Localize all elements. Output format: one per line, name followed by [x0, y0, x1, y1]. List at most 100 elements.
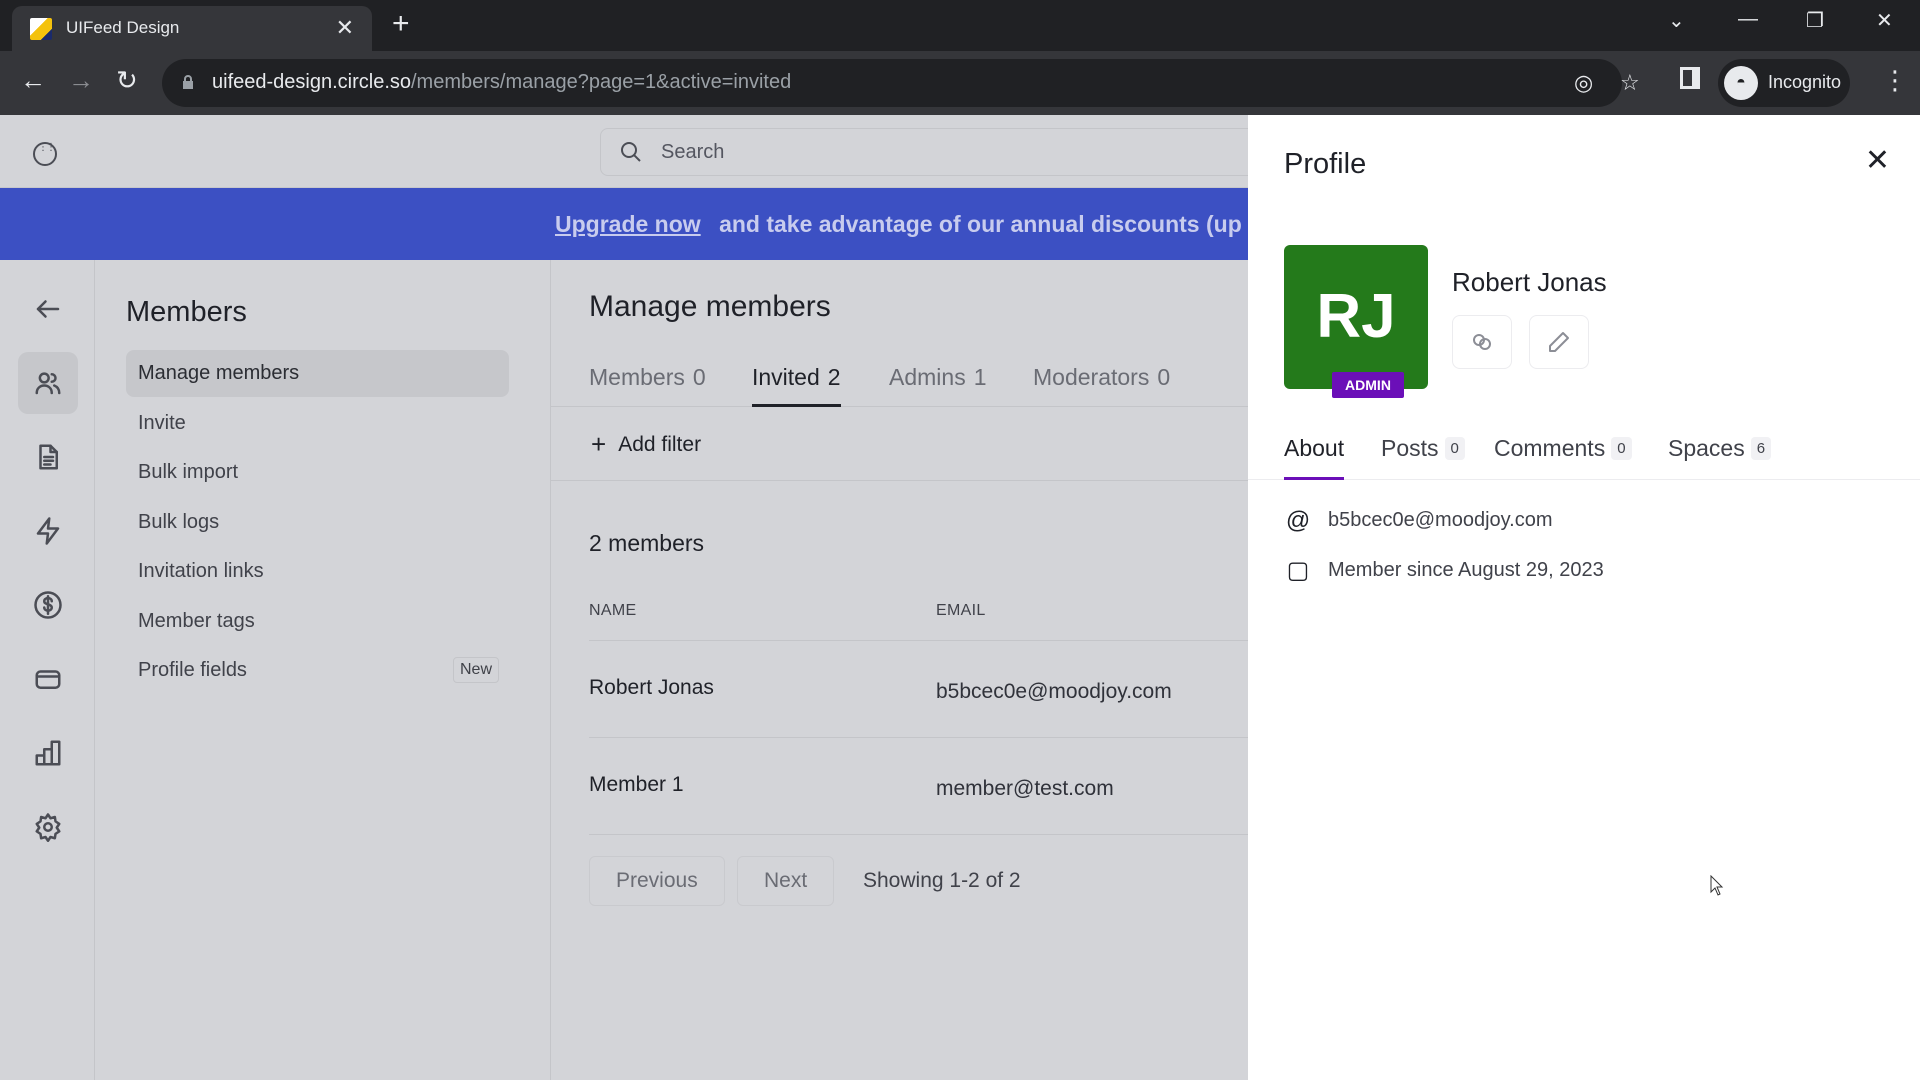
arrow-left-icon — [36, 300, 60, 318]
main-content: Manage members Members 0 Invited 2 Admins 1… — [551, 260, 1248, 1080]
credit-card-icon — [35, 670, 61, 689]
table-row-name[interactable]: Robert Jonas — [589, 676, 714, 700]
tab-admins[interactable]: Admins 1 — [889, 364, 987, 407]
members-sidebar: Members Manage members Invite Bulk impor… — [95, 260, 551, 1080]
url-text[interactable]: uifeed-design.circle.so/members/manage?p… — [212, 71, 791, 94]
sidebar-item-label: Bulk import — [138, 461, 239, 483]
document-icon — [39, 444, 58, 470]
rail-item-workflows[interactable] — [18, 500, 78, 562]
sidebar-item-invitation-links[interactable]: Invitation links — [126, 548, 509, 595]
rail-item-posts[interactable] — [18, 426, 78, 488]
previous-button[interactable]: Previous — [589, 856, 725, 906]
page-title: Manage members — [589, 290, 831, 323]
sidebar-item-label: Bulk logs — [138, 511, 220, 533]
restore-icon[interactable]: ❐ — [1806, 8, 1824, 33]
rail-item-analytics[interactable] — [18, 722, 78, 784]
tab-members[interactable]: Members 0 — [589, 364, 706, 407]
column-header-email: EMAIL — [936, 602, 986, 619]
at-icon: @ — [1285, 507, 1311, 534]
address-bar[interactable]: uifeed-design.circle.so/members/manage?p… — [162, 59, 1640, 107]
users-icon — [35, 372, 61, 395]
new-tab-button[interactable]: + — [392, 8, 410, 40]
sidebar-item-label: Invitation links — [138, 560, 264, 582]
close-icon[interactable]: ✕ — [1865, 143, 1890, 178]
avatar: RJ — [1284, 245, 1428, 389]
sidebar-item-label: Invite — [138, 412, 186, 434]
search-input[interactable] — [661, 139, 1221, 165]
eye-off-icon[interactable]: ◎ — [1574, 70, 1593, 96]
tab-invited[interactable]: Invited 2 — [752, 364, 841, 407]
browser-tab-bar: UIFeed Design ✕ + ⌄ — ❐ ✕ — [0, 0, 1920, 51]
profile-email-row: @ b5bcec0e@moodjoy.com — [1284, 507, 1553, 535]
banner-text: and take advantage of our annual discoun… — [719, 211, 1256, 237]
sidebar-item-manage-members[interactable]: Manage members — [126, 350, 509, 397]
member-count: 2 members — [589, 530, 705, 556]
tab-moderators[interactable]: Moderators 0 — [1033, 364, 1170, 407]
browser-menu-icon[interactable]: ⋮ — [1882, 65, 1908, 96]
reload-icon[interactable]: ↻ — [116, 65, 138, 95]
pencil-icon — [1549, 332, 1569, 352]
lock-icon — [183, 75, 193, 89]
tab-comments[interactable]: Comments 0 — [1494, 435, 1632, 480]
sidebar-item-profile-fields[interactable]: Profile fields New — [126, 647, 509, 694]
table-row-email: member@test.com — [936, 777, 1114, 800]
role-badge: ADMIN — [1332, 372, 1404, 398]
rail-item-paywalls[interactable] — [18, 574, 78, 636]
divider — [589, 640, 1248, 641]
tab-search-icon[interactable]: ⌄ — [1668, 8, 1685, 33]
sidebar-item-label: Manage members — [138, 362, 300, 384]
browser-toolbar: ← → ↻ uifeed-design.circle.so/members/ma… — [0, 51, 1920, 115]
browser-tab[interactable]: UIFeed Design ✕ — [12, 6, 372, 51]
community-logo-icon[interactable] — [33, 142, 57, 166]
column-header-name: NAME — [589, 602, 637, 619]
star-icon[interactable]: ☆ — [1620, 70, 1640, 96]
minimize-icon[interactable]: — — [1738, 8, 1758, 31]
sidebar-item-label: Profile fields — [138, 659, 247, 681]
next-button[interactable]: Next — [737, 856, 835, 906]
tab-spaces[interactable]: Spaces 6 — [1668, 435, 1772, 480]
forward-icon[interactable]: → — [68, 65, 94, 95]
upgrade-now-link[interactable]: Upgrade now — [555, 211, 701, 237]
tab-about[interactable]: About — [1284, 435, 1345, 480]
table-row-email: b5bcec0e@moodjoy.com — [936, 680, 1172, 703]
profile-email: b5bcec0e@moodjoy.com — [1328, 509, 1553, 531]
rail-item-members[interactable] — [18, 352, 78, 414]
dollar-icon — [34, 591, 62, 619]
search-field[interactable] — [600, 128, 1260, 176]
window-close-icon[interactable]: ✕ — [1876, 8, 1893, 33]
incognito-icon: ◓ — [1724, 66, 1758, 100]
plus-icon: + — [591, 429, 607, 459]
add-filter-button[interactable]: + Add filter — [591, 429, 701, 460]
member-since: Member since August 29, 2023 — [1328, 559, 1604, 581]
edit-profile-button[interactable] — [1529, 315, 1589, 369]
sidebar-title: Members — [126, 296, 247, 328]
profile-drawer: Profile ✕ RJ ADMIN Robert Jonas About Po… — [1248, 115, 1920, 1080]
favicon-icon — [30, 18, 52, 40]
new-badge: New — [452, 657, 499, 683]
rail-item-billing[interactable] — [18, 648, 78, 710]
member-since-row: ▢ Member since August 29, 2023 — [1284, 556, 1604, 585]
sidebar-item-bulk-import[interactable]: Bulk import — [126, 449, 509, 496]
copy-link-button[interactable] — [1452, 315, 1512, 369]
calendar-icon: ▢ — [1286, 557, 1310, 584]
bar-chart-icon — [35, 740, 61, 766]
member-tabs: Members 0 Invited 2 Admins 1 Moderators 0 — [551, 354, 1248, 407]
back-icon[interactable]: ← — [20, 65, 46, 95]
table-row-name[interactable]: Member 1 — [589, 773, 684, 797]
filter-row: + Add filter — [551, 407, 1248, 481]
drawer-title: Profile — [1284, 148, 1367, 180]
side-panel-icon[interactable] — [1680, 67, 1700, 89]
incognito-profile-button[interactable]: ◓ Incognito — [1718, 59, 1850, 107]
tab-close-icon[interactable]: ✕ — [336, 15, 354, 41]
profile-name: Robert Jonas — [1452, 267, 1607, 297]
incognito-label: Incognito — [1768, 72, 1842, 92]
sidebar-item-label: Member tags — [138, 610, 255, 632]
sidebar-item-member-tags[interactable]: Member tags — [126, 598, 509, 645]
sidebar-item-bulk-logs[interactable]: Bulk logs — [126, 499, 509, 546]
back-button[interactable] — [18, 278, 78, 340]
rail-item-settings[interactable] — [18, 796, 78, 858]
tab-title: UIFeed Design — [66, 18, 180, 37]
sidebar-item-invite[interactable]: Invite — [126, 400, 509, 447]
tab-posts[interactable]: Posts 0 — [1381, 435, 1465, 480]
divider — [589, 834, 1248, 835]
